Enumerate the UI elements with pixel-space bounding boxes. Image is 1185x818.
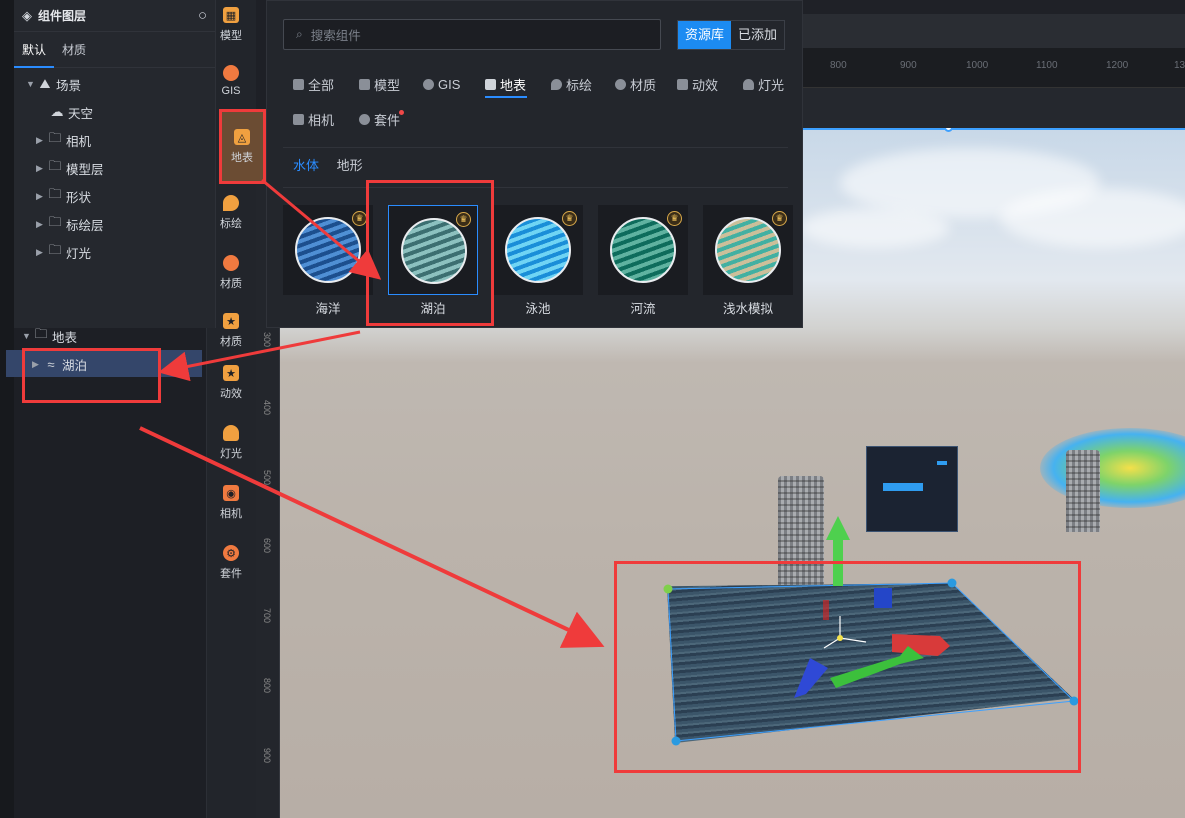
annotation-arrows — [139, 178, 605, 648]
annotation-arrow — [261, 178, 382, 280]
annotation-arrow — [158, 330, 361, 382]
annotation-arrow — [139, 426, 605, 648]
